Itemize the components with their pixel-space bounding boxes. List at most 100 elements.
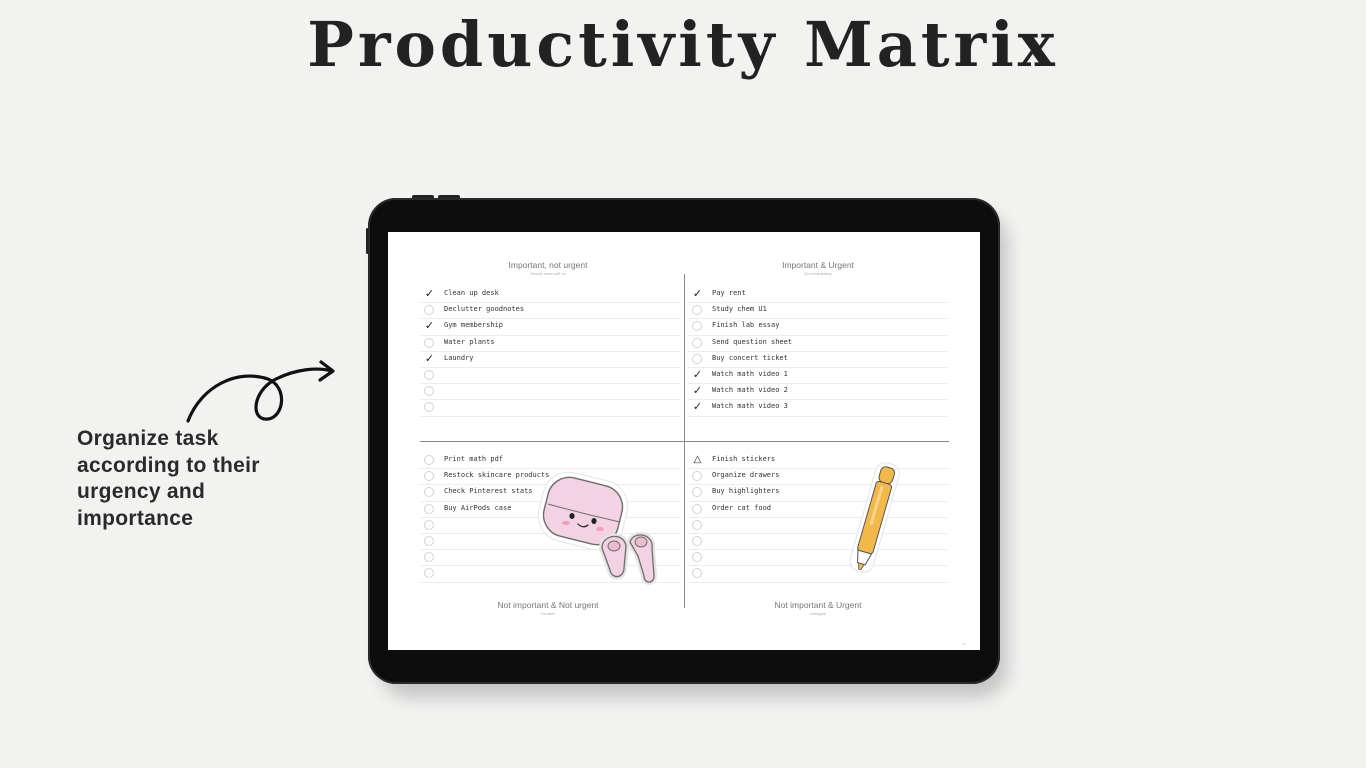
task-text: Laundry [444,353,474,362]
task-row[interactable]: Finish lab essay [688,319,948,336]
task-row[interactable]: ✓ Laundry [420,352,680,368]
task-text: Organize drawers [712,471,780,480]
task-row[interactable]: Buy concert ticket [688,352,948,368]
checkbox-circle-icon[interactable] [424,386,434,397]
quadrant-header: Important & Urgent Do immediately [718,260,918,276]
checkmark-icon[interactable]: ✓ [424,288,435,299]
checkmark-icon[interactable]: ✓ [692,288,703,299]
task-row[interactable]: ✓ Watch math video 2 [688,384,948,401]
side-caption-line: urgency and [77,480,206,503]
side-caption-line: according to their [77,453,260,477]
checkbox-circle-icon[interactable] [692,552,702,563]
task-text: Watch math video 1 [712,369,788,378]
checkbox-circle-icon[interactable] [692,337,702,348]
task-text: Study chem U1 [712,305,767,314]
task-row[interactable]: Order cat food [688,502,948,518]
task-text: Water plants [444,337,495,346]
checkbox-circle-icon[interactable] [692,321,702,332]
tablet-screen: Important, not urgent Decide when will d… [388,232,980,650]
task-row[interactable] [420,384,680,401]
checkbox-circle-icon[interactable] [424,519,434,530]
checkbox-circle-icon[interactable] [692,305,702,316]
quadrant-subtitle: Delegate [809,611,826,616]
task-text: Restock skincare products [444,471,550,480]
task-text: Send question sheet [712,337,793,346]
side-caption-line: importance [77,506,194,530]
checkbox-circle-icon[interactable] [424,337,434,348]
task-text: Buy AirPods case [444,503,512,512]
task-row[interactable] [688,550,948,567]
task-row[interactable]: Study chem U1 [688,303,948,320]
task-row[interactable] [688,518,948,534]
task-list-not-important-urgent: △ Finish stickers Organize drawers Buy high… [688,453,948,583]
checkbox-circle-icon[interactable] [424,503,434,514]
task-text: Pay rent [712,289,746,297]
checkbox-circle-icon[interactable] [692,535,702,546]
task-text: Finish stickers [712,455,776,463]
task-text: Watch math video 3 [712,402,788,411]
side-caption-line: Organize task [77,427,219,450]
task-row[interactable] [420,400,680,417]
checkbox-circle-icon[interactable] [692,487,702,498]
checkmark-icon[interactable]: ✓ [692,401,703,412]
checkbox-circle-icon[interactable] [424,305,434,316]
task-text: Gym membership [444,321,504,330]
task-row[interactable]: Buy highlighters [688,485,948,502]
checkbox-circle-icon[interactable] [424,568,434,579]
page-title: Productivity Matrix [307,8,1059,81]
task-row[interactable]: ✓ Watch math video 1 [688,368,948,385]
task-row[interactable]: ✓ Gym membership [420,319,680,336]
task-row[interactable]: Send question sheet [688,336,948,352]
checkbox-circle-icon[interactable] [692,503,702,514]
task-row[interactable]: ✓ Pay rent [688,287,948,304]
task-row[interactable]: Water plants [420,336,680,352]
checkbox-circle-icon[interactable] [424,402,434,413]
quadrant-subtitle: Do immediately [804,271,832,276]
checkbox-circle-icon[interactable] [424,369,434,380]
quadrant-subtitle: Do later [540,611,555,616]
task-text: Buy highlighters [712,487,780,496]
checkmark-icon[interactable]: ✓ [692,385,703,396]
task-row[interactable]: Print math pdf [420,453,680,470]
checkmark-icon[interactable]: ✓ [424,320,435,331]
task-text: Buy concert ticket [712,353,788,362]
checkmark-icon[interactable]: ✓ [424,353,435,364]
airpods-sticker[interactable] [594,528,660,586]
task-row[interactable]: △ Finish stickers [688,453,948,470]
task-row[interactable]: Organize drawers [688,469,948,486]
side-caption: Organize task according to their urgency… [77,426,317,532]
checkbox-circle-icon[interactable] [692,353,702,364]
checkbox-circle-icon[interactable] [424,552,434,563]
task-text: Clean up desk [444,289,499,297]
checkbox-circle-icon[interactable] [424,535,434,546]
quadrant-title: Not important & Urgent [774,600,862,610]
task-list-important-not-urgent: ✓ Clean up desk Declutter goodnotes ✓ Gym me… [420,287,680,417]
task-text: Watch math video 2 [712,386,788,395]
quadrant-title: Not important & Not urgent [497,600,599,610]
checkbox-circle-icon[interactable] [424,471,434,482]
checkbox-circle-icon[interactable] [692,519,702,530]
quadrant-subtitle: Decide when will do [530,271,566,276]
task-row[interactable] [688,534,948,551]
task-list-important-urgent: ✓ Pay rent Study chem U1 Finish lab essay Se… [688,287,948,417]
quadrant-header: Not important & Not urgent Do later [448,600,648,616]
checkbox-circle-icon[interactable] [692,568,702,579]
matrix-horizontal-divider [420,441,949,442]
task-row[interactable] [688,566,948,583]
quadrant-title: Important & Urgent [782,260,854,270]
triangle-icon[interactable]: △ [692,454,703,465]
task-text: Finish lab essay [712,321,780,330]
quadrant-title: Important, not urgent [508,260,588,270]
task-row[interactable]: ✓ Clean up desk [420,287,680,304]
checkbox-circle-icon[interactable] [424,455,434,465]
task-text: Check Pinterest stats [444,487,533,496]
checkbox-circle-icon[interactable] [424,487,434,498]
task-row[interactable]: Declutter goodnotes [420,303,680,320]
task-row[interactable]: ✓ Watch math video 3 [688,400,948,417]
task-text: Print math pdf [444,455,504,463]
task-text: Declutter goodnotes [444,305,525,314]
checkmark-icon[interactable]: ✓ [692,369,703,380]
task-row[interactable] [420,368,680,385]
checkbox-circle-icon[interactable] [692,471,702,482]
highlighter-pen-sticker[interactable] [848,458,904,582]
